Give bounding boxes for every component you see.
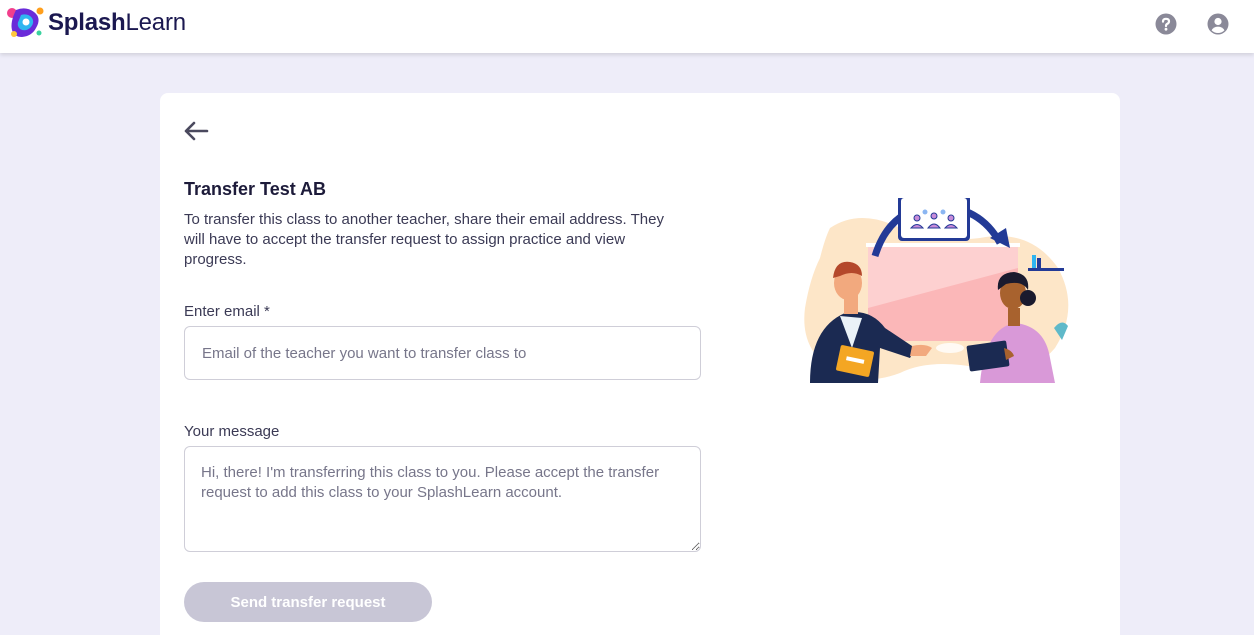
page-title: Transfer Test AB <box>184 179 327 199</box>
message-label: Your message <box>184 423 280 440</box>
transfer-description: To transfer this class to another teache… <box>184 211 664 268</box>
top-bar: SplashLearn <box>0 0 1254 53</box>
email-field[interactable] <box>184 326 701 380</box>
email-label: Enter email * <box>184 303 270 320</box>
arrow-left-icon[interactable] <box>182 119 210 143</box>
splashlearn-logo[interactable]: SplashLearn <box>6 4 186 42</box>
transfer-class-illustration <box>804 198 1069 383</box>
splashlearn-logo-icon <box>7 7 44 37</box>
message-field[interactable] <box>184 446 701 552</box>
logo-text: SplashLearn <box>48 9 186 36</box>
user-circle-icon[interactable] <box>1207 13 1229 35</box>
transfer-class-card: Transfer Test AB To transfer this class … <box>160 93 1120 635</box>
send-transfer-request-button[interactable]: Send transfer request <box>184 582 432 622</box>
question-circle-icon[interactable] <box>1155 13 1177 35</box>
